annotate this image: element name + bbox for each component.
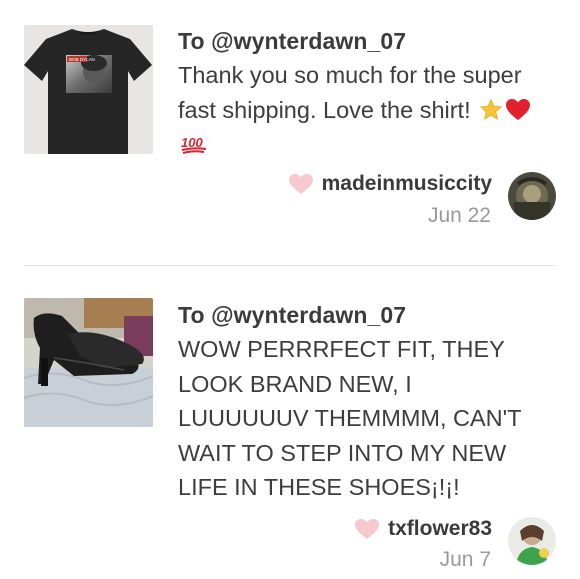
black-heels-photo — [24, 298, 153, 427]
reviewer-avatar[interactable] — [508, 172, 556, 220]
heart-icon — [354, 518, 380, 540]
review-message: WOW PERRRFECT FIT, THEY LOOK BRAND NEW, … — [178, 336, 522, 500]
svg-text:BOB DYLAN: BOB DYLAN — [69, 57, 95, 62]
recipient-line: To @wynterdawn_07 — [178, 28, 407, 54]
review-message: Thank you so much for the super fast shi… — [178, 58, 558, 162]
hundred-points-icon: 100 — [180, 132, 208, 156]
reviewer-signature: madeinmusiccity — [288, 172, 492, 196]
reviewer-username[interactable]: txflower83 — [388, 517, 492, 541]
product-thumbnail-shoes[interactable] — [24, 298, 153, 427]
recipient-line: To @wynterdawn_07 — [178, 302, 407, 328]
heart-icon — [288, 173, 314, 195]
reviewer-signature: txflower83 — [354, 517, 492, 541]
review-message-text: Thank you so much for the super fast shi… — [178, 62, 522, 123]
reviewer-username[interactable]: madeinmusiccity — [322, 172, 492, 196]
review-card: To @wynterdawn_07 WOW PERRRFECT FIT, THE… — [0, 266, 580, 579]
red-heart-icon — [505, 98, 531, 122]
review-date: Jun 22 — [427, 204, 491, 227]
star-icon — [479, 97, 503, 122]
review-date: Jun 7 — [439, 548, 491, 571]
reviewer-avatar[interactable] — [508, 517, 556, 565]
product-thumbnail-tshirt[interactable]: BOB DYLAN — [24, 25, 153, 154]
black-tshirt-photo: BOB DYLAN — [24, 25, 153, 154]
review-card: BOB DYLAN To @wynterdawn_07 Thank you so… — [0, 0, 580, 265]
